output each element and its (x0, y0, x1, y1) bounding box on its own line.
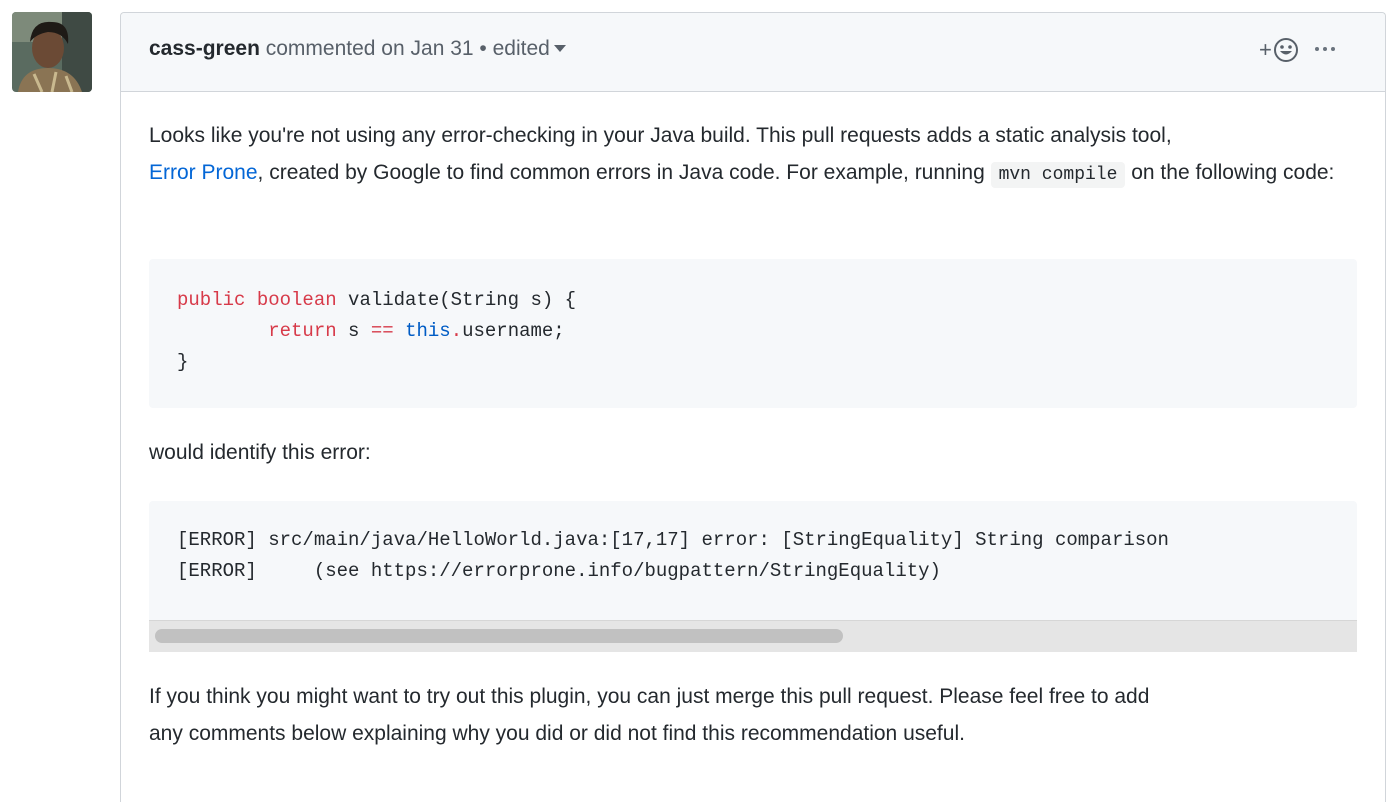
avatar-image (12, 12, 92, 92)
more-options-button[interactable] (1315, 47, 1335, 51)
dot-icon (1323, 47, 1327, 51)
intro-text-3: on the following code: (1125, 161, 1335, 184)
error-intro-paragraph: would identify this error: (149, 441, 371, 464)
plus-icon: + (1259, 37, 1272, 62)
code-text: } (177, 351, 189, 373)
code-keyword: return (268, 320, 337, 342)
inline-code: mvn compile (990, 162, 1126, 188)
comment-action: commented on (265, 37, 405, 60)
code-block-java: public boolean validate(String s) { retu… (149, 259, 1357, 408)
code-text: validate(String s) { (336, 289, 577, 311)
separator: • (479, 37, 487, 60)
intro-text: Looks like you're not using any error-ch… (149, 124, 1172, 147)
code-keyword: public boolean (177, 289, 337, 311)
code-text: s (336, 320, 371, 342)
code-operator: == (370, 320, 394, 342)
closing-text: If you think you might want to try out t… (149, 685, 1150, 708)
intro-text-2: , created by Google to find common error… (257, 161, 991, 184)
add-reaction-button[interactable]: + (1259, 37, 1299, 63)
comment-meta: cass-green commented on Jan 31 • edited (149, 37, 566, 61)
comment-date[interactable]: Jan 31 (411, 37, 474, 60)
dot-icon (1315, 47, 1319, 51)
edited-label: edited (492, 37, 550, 60)
closing-text-2: any comments below explaining why you di… (149, 722, 965, 745)
smiley-icon (1273, 38, 1298, 62)
comment-header: cass-green commented on Jan 31 • edited … (121, 13, 1385, 92)
avatar[interactable] (12, 12, 92, 92)
caret-down-icon (553, 44, 566, 52)
horizontal-scrollbar[interactable] (149, 620, 1357, 652)
dot-icon (1331, 47, 1335, 51)
scrollbar-thumb[interactable] (155, 629, 843, 643)
closing-paragraph: If you think you might want to try out t… (149, 678, 1369, 752)
code-this: this (405, 320, 451, 342)
error-line: [ERROR] src/main/java/HelloWorld.java:[1… (177, 529, 1169, 551)
error-prone-link[interactable]: Error Prone (149, 161, 258, 184)
edited-dropdown[interactable]: edited (493, 37, 566, 60)
code-dot: . (450, 320, 463, 342)
comment-box: cass-green commented on Jan 31 • edited … (120, 12, 1386, 802)
intro-paragraph: Looks like you're not using any error-ch… (149, 117, 1369, 194)
author-link[interactable]: cass-green (149, 37, 260, 60)
code-text: username; (462, 320, 565, 342)
error-line: [ERROR] (see https://errorprone.info/bug… (177, 560, 941, 582)
